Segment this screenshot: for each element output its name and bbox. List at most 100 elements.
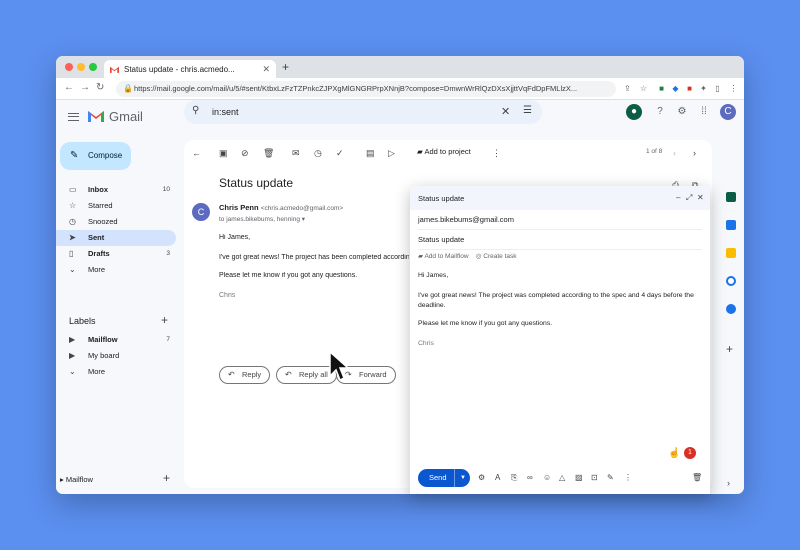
discard-draft-icon[interactable]: 🗑	[692, 473, 702, 482]
bookmark-icon[interactable]: ☆	[638, 83, 649, 94]
compose-header[interactable]: Status update – ⤢ ✕	[410, 186, 710, 210]
to-field[interactable]: james.bikebums@gmail.com	[418, 210, 702, 230]
mailflow-label: Mailflow	[65, 475, 93, 484]
report-spam-icon[interactable]: ⊘	[241, 148, 249, 159]
older-icon[interactable]: ›	[693, 148, 696, 158]
move-to-icon[interactable]: ▤	[366, 148, 375, 159]
notification-badge[interactable]: 1	[684, 447, 696, 459]
compose-button[interactable]: ✎ Compose	[60, 142, 131, 170]
link-icon[interactable]: ∞	[527, 473, 533, 482]
expand-icon[interactable]: ⤢	[686, 193, 692, 203]
sidebar-item-snoozed[interactable]: ◷ Snoozed	[56, 214, 176, 230]
delete-icon[interactable]: 🗑	[263, 148, 274, 159]
calendar-addon-icon[interactable]	[726, 192, 736, 202]
contacts-icon[interactable]	[726, 304, 736, 314]
archive-icon[interactable]: ▣	[219, 148, 228, 159]
mailflow-section[interactable]: ▸ Mailflow	[60, 475, 93, 484]
forward-icon[interactable]: →	[80, 82, 90, 93]
sidebar-item-inbox[interactable]: ▭ Inbox 10	[56, 182, 176, 198]
newer-icon[interactable]: ‹	[673, 148, 676, 158]
close-window-button[interactable]	[65, 63, 73, 71]
menu-icon[interactable]: ⋮	[728, 83, 739, 94]
minimize-icon[interactable]: –	[676, 193, 680, 202]
apps-grid-icon[interactable]: ⁞⁞	[696, 104, 712, 120]
sidebar-item-mailflow[interactable]: ▶ Mailflow 7	[56, 332, 176, 348]
emoji-icon[interactable]: ☺	[543, 473, 551, 482]
show-side-panel-icon[interactable]: ›	[727, 478, 730, 488]
close-tab-icon[interactable]: ✕	[262, 64, 270, 75]
sidebar-item-my-board[interactable]: ▶ My board	[56, 348, 176, 364]
more-options-icon[interactable]: ⋮	[492, 148, 501, 159]
add-to-mailflow-button[interactable]: ▰ Add to Mailflow	[418, 253, 469, 260]
back-icon[interactable]: ←	[64, 82, 74, 93]
send-button[interactable]: Send ▼	[418, 469, 470, 487]
puzzle-icon[interactable]: ✦	[698, 83, 709, 94]
snooze-icon[interactable]: ◷	[314, 148, 322, 159]
label-icon[interactable]: ▷	[388, 148, 395, 159]
search-icon[interactable]: ⚲	[192, 105, 199, 116]
close-icon[interactable]: ✕	[697, 193, 704, 202]
drive-icon[interactable]: △	[559, 473, 565, 482]
browser-tab[interactable]: Status update - chris.acmedo... ✕	[104, 60, 276, 78]
sidebar-item-sent[interactable]: ➤ Sent	[56, 230, 176, 246]
compose-greeting[interactable]: Hi James,	[418, 272, 448, 279]
recipients-line[interactable]: to james.bikebums, henning ▾	[219, 215, 305, 223]
sidebar-item-drafts[interactable]: ▯ Drafts 3	[56, 246, 176, 262]
pencil-icon: ✎	[70, 150, 79, 161]
get-addons-icon[interactable]: +	[726, 342, 733, 356]
extension-icon[interactable]: ■	[656, 83, 667, 94]
add-task-icon[interactable]: ✓	[336, 148, 344, 159]
sidebar-item-more[interactable]: ⌄ More	[56, 262, 176, 278]
signature-icon[interactable]: ✎	[607, 473, 614, 482]
reply-button[interactable]: ↶ Reply	[219, 366, 271, 384]
clear-search-icon[interactable]: ✕	[501, 105, 510, 118]
compose-body-line[interactable]: deadline.	[418, 302, 446, 309]
compose-body-line[interactable]: I've got great news! The project was com…	[418, 292, 694, 299]
address-bar: ← → ↻ 🔒 https://mail.google.com/mail/u/5…	[56, 78, 744, 100]
settings-icon[interactable]: ⚙	[674, 104, 690, 120]
mailflow-icon: ▰	[418, 253, 423, 260]
tab-title: Status update - chris.acmedo...	[124, 64, 235, 74]
photo-icon[interactable]: ▨	[575, 473, 583, 482]
add-to-project-button[interactable]: ▰ Add to project	[417, 147, 471, 156]
notifications-icon[interactable]: ●	[626, 104, 642, 120]
url-field[interactable]: 🔒 https://mail.google.com/mail/u/5/#sent…	[116, 81, 616, 97]
hand-emoji-icon: ☝	[668, 448, 681, 459]
extension-icon[interactable]: ◆	[670, 83, 681, 94]
create-task-button[interactable]: ◎ Create task	[476, 253, 517, 260]
sidebar-item-starred[interactable]: ☆ Starred	[56, 198, 176, 214]
calendar-icon[interactable]	[726, 220, 736, 230]
search-options-icon[interactable]: ☰	[523, 105, 532, 116]
add-label-icon[interactable]: +	[161, 313, 168, 327]
chevron-down-icon[interactable]: ▼	[454, 469, 466, 487]
mark-unread-icon[interactable]: ✉	[292, 148, 300, 159]
maximize-window-button[interactable]	[89, 63, 97, 71]
sender-name: Chris Penn	[219, 203, 259, 212]
extension-icon[interactable]: ■	[684, 83, 695, 94]
more-options-icon[interactable]: ⋮	[624, 473, 632, 482]
reload-icon[interactable]: ↻	[96, 82, 104, 93]
account-avatar[interactable]: C	[720, 104, 736, 120]
labels-heading: Labels	[69, 316, 96, 326]
tasks-icon[interactable]	[726, 276, 736, 286]
mailflow-addon-icon[interactable]: ⚙	[478, 473, 485, 482]
formatting-icon[interactable]: A	[495, 473, 500, 482]
message-signature: Chris	[219, 292, 236, 299]
back-arrow-icon[interactable]: ←	[192, 148, 201, 158]
sidebar-item-label: Drafts	[88, 249, 110, 258]
subject-field[interactable]: Status update	[418, 230, 702, 250]
sidepanel-icon[interactable]: ▯	[712, 83, 723, 94]
new-tab-button[interactable]: +	[282, 60, 289, 74]
search-bar[interactable]: ⚲ in:sent ✕ ☰	[184, 100, 542, 124]
attach-icon[interactable]: ⎘	[511, 473, 517, 483]
add-icon[interactable]: +	[163, 471, 170, 485]
keep-icon[interactable]	[726, 248, 736, 258]
hamburger-menu-icon[interactable]	[68, 113, 79, 121]
minimize-window-button[interactable]	[77, 63, 85, 71]
lock-icon[interactable]: ⊡	[591, 473, 598, 482]
compose-body-line[interactable]: Please let me know if you got any questi…	[418, 320, 552, 327]
share-icon[interactable]: ⇪	[622, 83, 633, 94]
search-input[interactable]: in:sent	[212, 107, 239, 117]
help-icon[interactable]: ?	[652, 104, 668, 120]
sidebar-item-labels-more[interactable]: ⌄ More	[56, 364, 176, 380]
